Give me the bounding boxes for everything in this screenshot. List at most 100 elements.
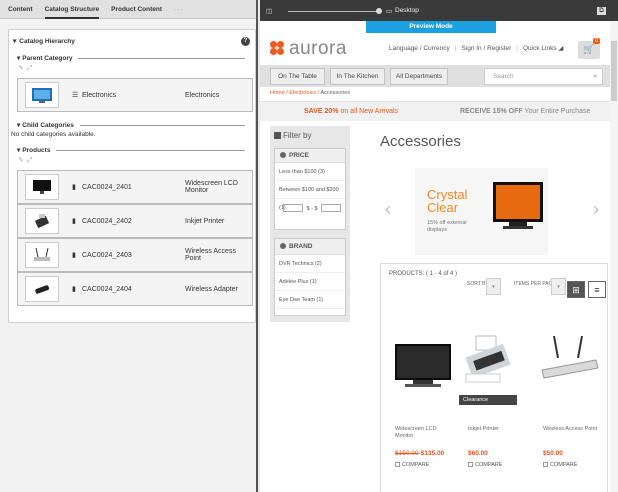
parent-category-row[interactable]: ☰ Electronics Electronics [17, 78, 253, 112]
search-placeholder: Search [493, 73, 514, 80]
products-tools: ✎⤢ [9, 156, 255, 167]
items-per-page-dropdown[interactable]: ▾ [551, 278, 566, 295]
child-categories-label: Child Categories [22, 121, 74, 129]
product-code: CAC0024_2404 [82, 285, 132, 293]
tab-catalog-structure[interactable]: Catalog Structure [44, 0, 100, 19]
scrollbar-thumb[interactable] [611, 41, 617, 101]
product-icon: ▮ [72, 286, 76, 293]
quick-links-link[interactable]: Quick Links [523, 45, 557, 52]
breadcrumb-home[interactable]: Home [270, 90, 285, 96]
brand-option[interactable]: DVR Technics (2) [275, 255, 345, 273]
price-option[interactable]: Between $100 and $200 (1) [275, 181, 345, 211]
compare-checkbox[interactable]: COMPARE [395, 462, 429, 468]
help-icon[interactable]: ? [241, 37, 250, 46]
search-icon[interactable]: ⌕ [593, 69, 597, 84]
price-filter: PRICE Less than $100 (3) Between $100 an… [274, 148, 346, 230]
product-icon: ▮ [72, 218, 76, 225]
price-filter-header[interactable]: PRICE [275, 149, 345, 163]
price-max-input[interactable] [321, 204, 342, 212]
product-row[interactable]: ▮ CAC0024_2404 Wireless Adapter [17, 272, 253, 306]
promo-entire-purchase[interactable]: RECEIVE 15% OFF Your Entire Purchase [460, 102, 590, 122]
products-count: PRODUCTS: ( 1 - 4 of 4 ) [389, 271, 458, 277]
catalog-hierarchy-card: ▾ Catalog Hierarchy ? ▾ Parent Category … [8, 29, 256, 323]
clearance-badge: Clearance [459, 395, 517, 405]
product-image-access-point[interactable] [536, 330, 602, 394]
product-image-printer[interactable] [458, 330, 524, 394]
compare-checkbox[interactable]: COMPARE [468, 462, 502, 468]
caret-icon: ▾ [17, 147, 21, 154]
sign-in-link[interactable]: Sign In / Register [461, 45, 511, 52]
search-input[interactable]: Search ⌕ [484, 68, 603, 85]
product-code: CAC0024_2403 [82, 251, 132, 259]
category-thumbnail [25, 82, 59, 108]
product-name: Wireless Adapter [185, 285, 238, 293]
preview-mode-banner: Preview Mode [366, 21, 496, 33]
product-image-monitor[interactable] [390, 336, 456, 400]
product-code: CAC0024_2401 [82, 183, 132, 191]
section-divider [56, 149, 245, 151]
breadcrumb: Home / Electronics / Accessories [270, 90, 351, 96]
grid-view-button[interactable]: ⊞ [567, 281, 585, 298]
nav-all-departments[interactable]: All Departments [390, 68, 448, 85]
section-divider [78, 57, 245, 59]
edit-pencil-icon[interactable]: ✎ [18, 65, 27, 72]
catalog-hierarchy-header[interactable]: ▾ Catalog Hierarchy [9, 30, 255, 52]
breadcrumb-electronics[interactable]: Electronics [289, 90, 316, 96]
product-name-link[interactable]: Inkjet Printer [468, 426, 499, 433]
cart-button[interactable]: 🛒 0 [578, 38, 600, 59]
promo-banner[interactable]: Crystal Clear 15% off external displays [415, 168, 548, 255]
tab-product-content[interactable]: Product Content [111, 0, 162, 19]
filter-title[interactable]: Filter by [270, 126, 350, 140]
preview-frame-icon[interactable]: ◫ [266, 7, 272, 15]
promo-new-arrivals[interactable]: SAVE 20% on all New Arrivals [304, 102, 398, 122]
language-currency-link[interactable]: Language / Currency [389, 45, 450, 52]
move-icon[interactable]: ⤢ [27, 157, 36, 164]
more-tabs-button[interactable]: ··· [174, 6, 184, 13]
product-name: Inkjet Printer [185, 217, 225, 225]
parent-category-label: Parent Category [22, 54, 73, 62]
catalog-hierarchy-title: Catalog Hierarchy [19, 37, 75, 45]
parent-tools: ✎⤢ [9, 64, 255, 75]
price-option[interactable]: Less than $100 (3) [275, 163, 345, 181]
caret-icon: ▾ [17, 55, 21, 62]
edit-pencil-icon[interactable]: ✎ [18, 157, 27, 164]
price-min-input[interactable] [283, 204, 303, 212]
banner-subtext: 15% off external displays [427, 220, 467, 233]
move-icon[interactable]: ⤢ [27, 65, 36, 72]
nav-in-the-kitchen[interactable]: In The Kitchen [330, 68, 385, 85]
list-view-button[interactable]: ≡ [588, 281, 606, 298]
brand-filter-header[interactable]: BRAND [275, 239, 345, 255]
nav-on-the-table[interactable]: On The Table [270, 68, 325, 85]
parent-category-code: Electronics [82, 91, 117, 99]
product-row[interactable]: ▮ CAC0024_2403 Wireless Access Point [17, 238, 253, 272]
store-header: aurora Language / Currency | Sign In / Reg… [260, 33, 610, 63]
device-width-slider[interactable] [288, 11, 378, 12]
breadcrumb-current: Accessories [320, 90, 351, 96]
brand-option[interactable]: Eye Dee Team (1) [275, 291, 345, 309]
preview-toolbar: ◫ ▭ Desktop ⧉ [260, 0, 618, 21]
carousel-prev-icon[interactable]: ‹ [385, 199, 391, 220]
cart-count-badge: 0 [593, 38, 600, 44]
product-row[interactable]: ▮ CAC0024_2401 Widescreen LCD Monitor [17, 170, 253, 204]
price-range-inputs: $ - $ [275, 199, 345, 219]
product-icon: ▮ [72, 252, 76, 259]
page-title: Accessories [380, 133, 461, 150]
product-thumbnail [25, 174, 59, 200]
brand-option[interactable]: Adelee Plus (1) [275, 273, 345, 291]
parent-category-name: Electronics [185, 91, 220, 99]
parent-category-section[interactable]: ▾ Parent Category [9, 52, 255, 64]
product-row[interactable]: ▮ CAC0024_2402 Inkjet Printer [17, 204, 253, 238]
department-nav: On The Table In The Kitchen All Departme… [260, 65, 610, 87]
sort-by-dropdown[interactable]: ▾ [486, 278, 501, 295]
store-logo[interactable]: aurora [270, 38, 347, 60]
product-name-link[interactable]: Wireless Access Point [543, 426, 597, 433]
preview-scrollbar[interactable] [610, 21, 618, 492]
carousel-next-icon[interactable]: › [593, 199, 599, 220]
product-name-link[interactable]: Widescreen LCD Monitor [395, 426, 445, 440]
products-section[interactable]: ▾ Products [9, 144, 255, 156]
child-categories-section[interactable]: ▾ Child Categories [9, 119, 255, 131]
fullscreen-icon[interactable]: ⧉ [597, 6, 606, 15]
tab-content[interactable]: Content [8, 0, 33, 19]
compare-checkbox[interactable]: COMPARE [543, 462, 577, 468]
device-width-slider-handle[interactable] [376, 8, 382, 14]
